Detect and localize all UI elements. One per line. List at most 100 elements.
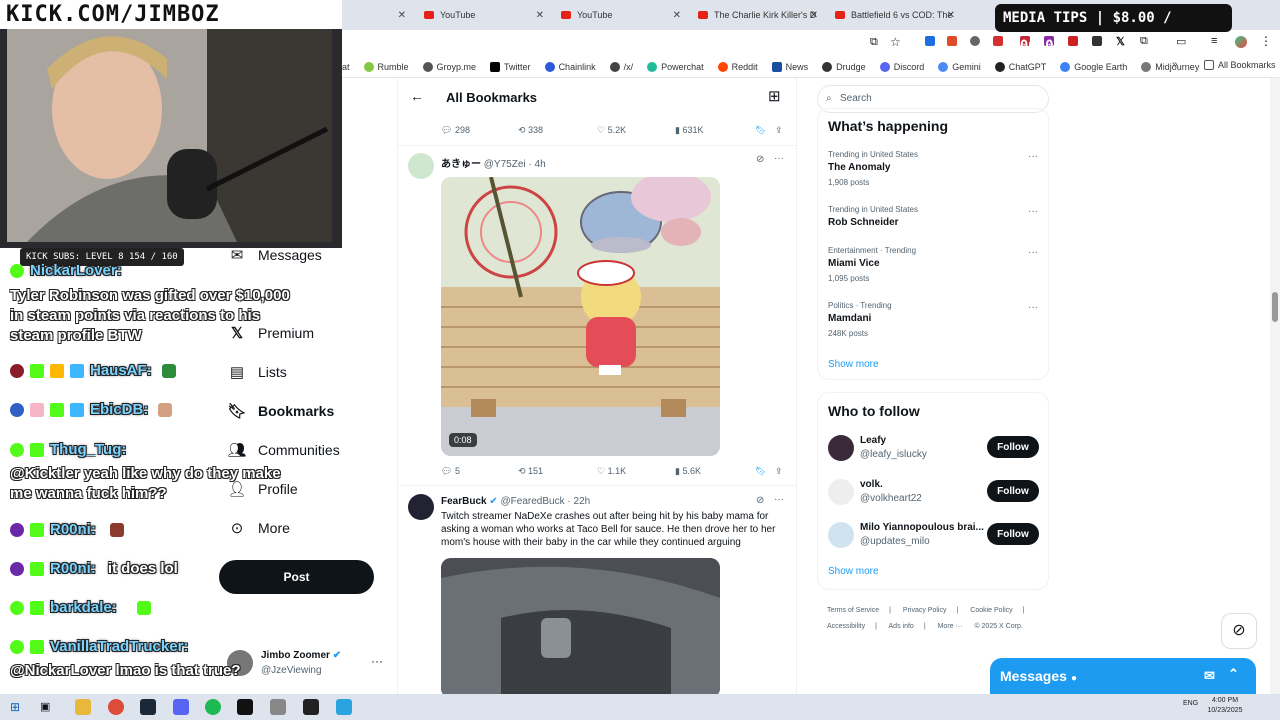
chevron-up-icon[interactable]: ⌃	[1228, 666, 1239, 682]
more-dots-icon[interactable]: ···	[774, 494, 784, 505]
footer-link[interactable]: More ···	[938, 623, 963, 630]
page-scrollbar[interactable]	[1270, 78, 1280, 694]
bookmark-gemini[interactable]: Gemini	[938, 61, 981, 72]
nav-lists[interactable]: ▤ Lists	[228, 363, 287, 381]
extension-icon[interactable]	[970, 36, 980, 46]
discord-icon[interactable]	[173, 699, 189, 715]
grok-icon[interactable]: ⊘	[756, 495, 764, 506]
author-handle[interactable]: @FearedBuck	[501, 496, 565, 507]
profile-avatar-icon[interactable]	[1235, 36, 1247, 48]
extensions-puzzle-icon[interactable]: ⧉	[1140, 35, 1148, 48]
footer-link[interactable]: Privacy Policy	[903, 607, 947, 614]
avatar[interactable]	[408, 153, 434, 179]
tab-close-icon[interactable]: ✕	[673, 10, 681, 21]
follow-suggestion[interactable]: volk. @volkheart22 Follow	[828, 477, 1040, 511]
more-dots-icon[interactable]: ···	[1028, 151, 1038, 162]
author-name[interactable]: FearBuck	[441, 496, 487, 507]
follow-button[interactable]: Follow	[987, 480, 1039, 502]
tweet-video[interactable]: 0:08	[441, 177, 720, 456]
footer-link[interactable]: Cookie Policy	[970, 607, 1012, 614]
tab-close-icon[interactable]: ✕	[947, 10, 955, 21]
repost-button[interactable]: ⟲ 338	[518, 125, 543, 136]
back-arrow-icon[interactable]: ←	[410, 88, 424, 104]
extension-icon[interactable]	[1068, 36, 1078, 46]
file-explorer-icon[interactable]	[75, 699, 91, 715]
scrollbar-thumb[interactable]	[1272, 292, 1278, 322]
share-icon[interactable]: ⇪	[775, 125, 783, 136]
extension-icon[interactable]	[1092, 36, 1102, 46]
tab-close-icon[interactable]: ✕	[810, 10, 818, 21]
bookmark-news[interactable]: News	[771, 61, 808, 72]
system-clock[interactable]: 4:00 PM 10/23/2025	[1200, 696, 1250, 716]
tab-close-icon[interactable]: ✕	[536, 10, 544, 21]
extension-icon[interactable]	[925, 36, 935, 46]
more-dots-icon[interactable]: ···	[774, 153, 784, 164]
bookmark-drudge[interactable]: Drudge	[822, 61, 866, 72]
follow-suggestion[interactable]: Milo Yiannopoulous brai... @updates_milo…	[828, 520, 1040, 554]
more-dots-icon[interactable]: ···	[1028, 206, 1038, 217]
app-icon[interactable]	[270, 699, 286, 715]
follow-suggestion[interactable]: Leafy @leafy_islucky Follow	[828, 433, 1040, 467]
footer-link[interactable]: Ads info	[889, 623, 914, 630]
tweet-time[interactable]: 22h	[574, 496, 591, 507]
task-view-icon[interactable]: ▣	[40, 700, 50, 713]
extension-icon[interactable]	[947, 36, 957, 46]
bookmark-x-board[interactable]: /x/	[609, 61, 633, 72]
show-more-link[interactable]: Show more	[828, 359, 879, 370]
bookmark-midjourney[interactable]: Midjourney	[1141, 61, 1199, 72]
grok-button[interactable]: ⊘	[1221, 613, 1257, 649]
tab-close-icon[interactable]: ✕	[398, 10, 406, 21]
star-icon[interactable]: ☆	[890, 35, 901, 49]
nav-bookmarks[interactable]: 🔖︎ Bookmarks	[227, 402, 334, 420]
install-icon[interactable]: ⧉	[870, 36, 878, 49]
all-bookmarks-folder[interactable]: All Bookmarks	[1204, 60, 1276, 70]
telegram-icon[interactable]	[336, 699, 352, 715]
nav-communities[interactable]: 👥︎ Communities	[227, 441, 339, 459]
bookmark-reddit[interactable]: Reddit	[717, 61, 758, 72]
nav-more[interactable]: ⊙ More	[228, 519, 290, 537]
tweet-video[interactable]	[441, 558, 720, 694]
footer-link[interactable]: Accessibility	[827, 623, 865, 630]
grok-icon[interactable]: ⊘	[756, 154, 764, 165]
bookmark-item[interactable]: at	[342, 62, 350, 72]
terminal-icon[interactable]	[237, 699, 253, 715]
nav-messages[interactable]: ✉ Messages	[228, 246, 322, 264]
bookmark-powerchat[interactable]: Powerchat	[647, 61, 704, 72]
sidebar-icon[interactable]: ▭	[1176, 35, 1186, 48]
repost-button[interactable]: ⟲ 151	[518, 466, 543, 477]
follow-button[interactable]: Follow	[987, 523, 1039, 545]
more-dots-icon[interactable]: ···	[371, 654, 383, 668]
views-button[interactable]: ▮ 631K	[675, 125, 703, 136]
bookmark-groyp[interactable]: Groyp.me	[422, 61, 476, 72]
language-indicator[interactable]: ENG	[1183, 700, 1198, 707]
footer-link[interactable]: Terms of Service	[827, 607, 879, 614]
reading-list-icon[interactable]: ≡	[1211, 35, 1217, 47]
browser-tab[interactable]: YouTube ✕	[418, 4, 550, 26]
bookmark-filled-icon[interactable]: 🔖︎	[755, 125, 766, 136]
obs-icon[interactable]	[303, 699, 319, 715]
tab-previous[interactable]: ✕	[340, 4, 412, 26]
bookmark-chainlink[interactable]: Chainlink	[544, 61, 596, 72]
author-handle[interactable]: @Y75Zei	[484, 159, 526, 170]
bookmark-chatgpt[interactable]: ChatGPT	[994, 61, 1046, 72]
spotify-icon[interactable]	[205, 699, 221, 715]
browser-tab[interactable]: YouTube ✕	[555, 4, 687, 26]
like-button[interactable]: ♡ 5.2K	[597, 125, 626, 136]
bookmark-rumble[interactable]: Rumble	[363, 61, 409, 72]
menu-kebab-icon[interactable]: ⋮	[1260, 34, 1272, 48]
messages-drawer[interactable]: Messages ● ✉ ⌃	[990, 658, 1256, 694]
bookmark-filled-icon[interactable]: 🔖︎	[755, 466, 766, 477]
avatar[interactable]	[408, 494, 434, 520]
bookmark-discord[interactable]: Discord	[879, 61, 924, 72]
browser-tab[interactable]: Battlefield 6 vs COD: The ✕	[829, 4, 961, 26]
new-folder-icon[interactable]: ⊞	[768, 87, 781, 105]
follow-button[interactable]: Follow	[987, 436, 1039, 458]
browser-tab[interactable]: The Charlie Kirk Killer's D ✕	[692, 4, 824, 26]
reply-button[interactable]: 💬︎ 298	[441, 125, 470, 136]
post-button[interactable]: Post	[219, 560, 374, 594]
show-more-link[interactable]: Show more	[828, 566, 879, 577]
compose-message-icon[interactable]: ✉	[1204, 668, 1215, 684]
author-name[interactable]: あきゅー	[441, 159, 481, 170]
windows-start-icon[interactable]: ⊞	[10, 700, 20, 714]
extension-icon[interactable]	[993, 36, 1003, 46]
